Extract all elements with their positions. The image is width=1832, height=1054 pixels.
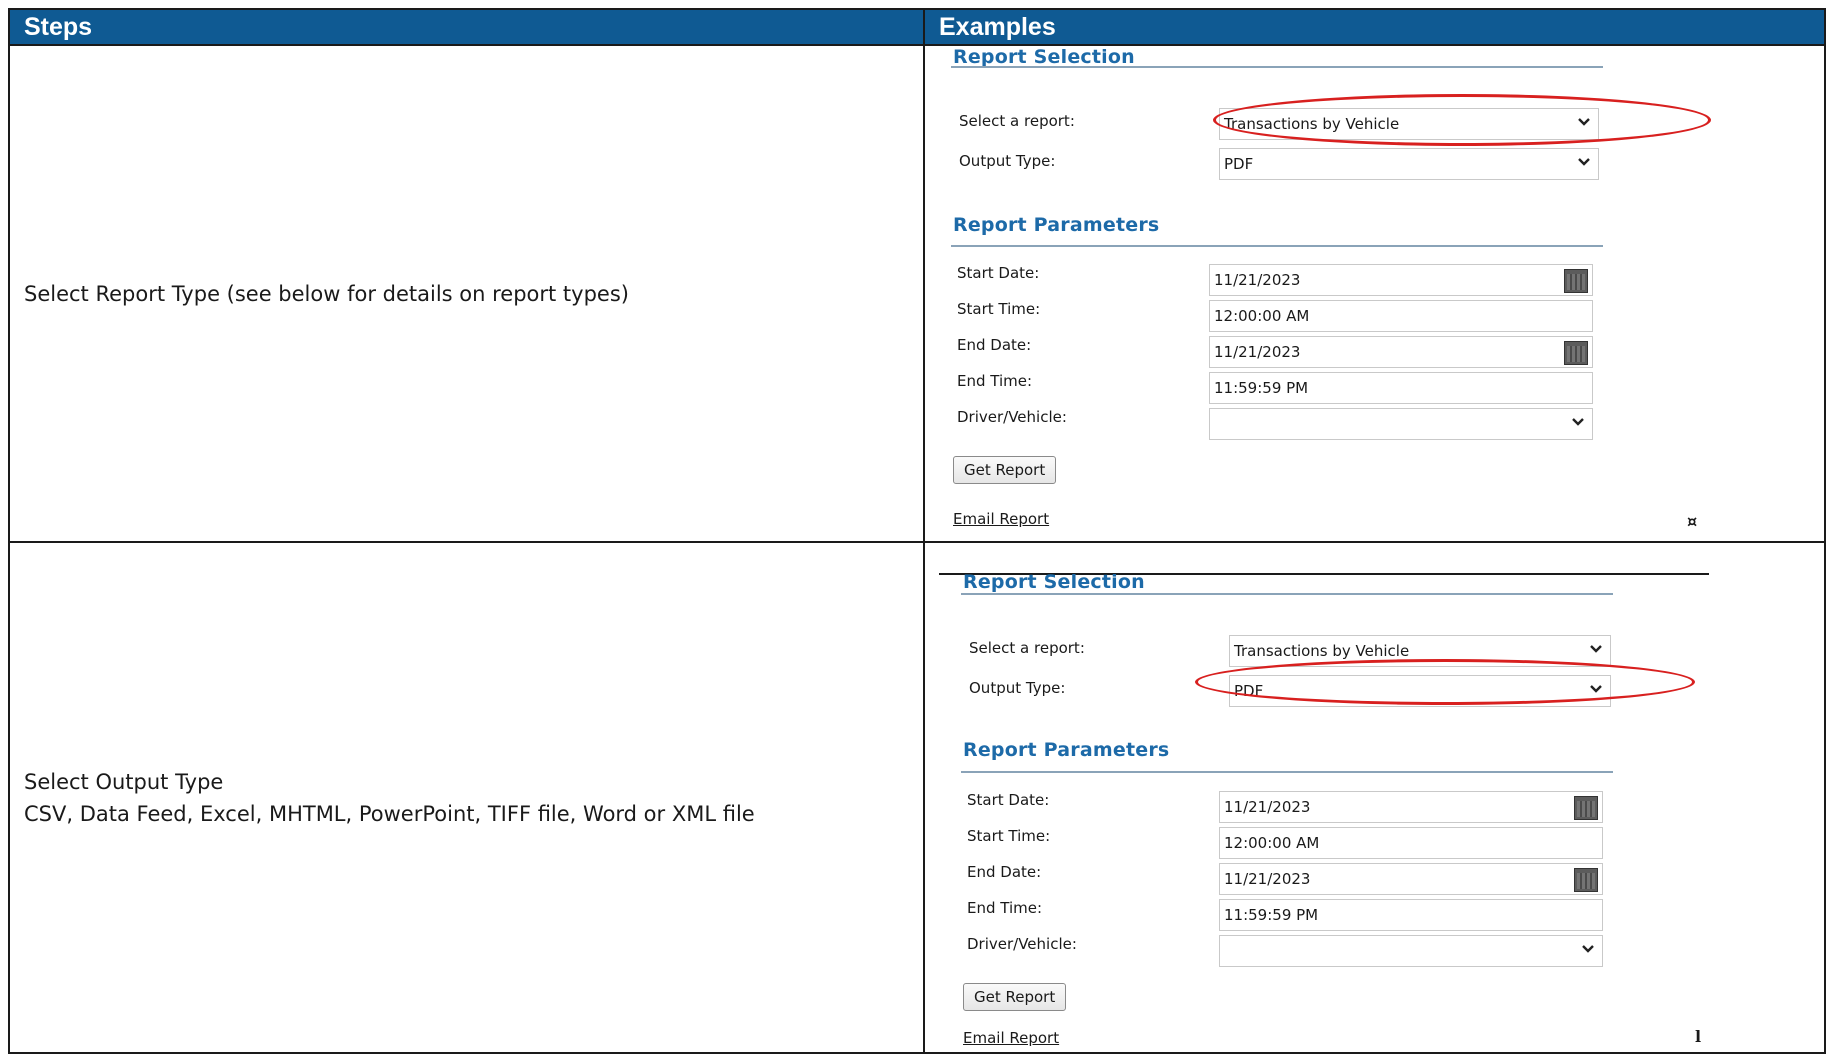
report-form: Report Selection Select a report: Transa…	[926, 544, 1823, 1049]
end-date-label: End Date:	[957, 336, 1032, 355]
get-report-button[interactable]: Get Report	[953, 456, 1057, 485]
output-type-label: Output Type:	[959, 152, 1056, 171]
email-report-link[interactable]: Email Report	[963, 1029, 1059, 1047]
step-cell: Select Output Type CSV, Data Feed, Excel…	[8, 541, 925, 1054]
report-selection-title: Report Selection	[953, 46, 1135, 69]
end-date-label: End Date:	[967, 863, 1042, 881]
chevron-down-icon	[1582, 945, 1594, 953]
end-time-value: 11:59:59 PM	[1214, 379, 1309, 398]
start-time-value: 12:00:00 AM	[1214, 307, 1310, 326]
output-type-dropdown[interactable]: PDF	[1229, 675, 1611, 707]
report-selection-title: Report Selection	[963, 571, 1145, 593]
calendar-icon[interactable]	[1564, 341, 1588, 366]
table-row: Select Report Type (see below for detail…	[8, 44, 1826, 543]
section-divider	[951, 245, 1603, 248]
report-form: Report Selection Select a report: Transa…	[926, 46, 1823, 536]
output-type-value: PDF	[1224, 155, 1254, 174]
select-report-label: Select a report:	[959, 112, 1075, 131]
output-type-label: Output Type:	[969, 679, 1066, 697]
start-date-value: 11/21/2023	[1214, 271, 1301, 290]
start-time-value: 12:00:00 AM	[1224, 834, 1320, 852]
report-parameters-title: Report Parameters	[953, 214, 1160, 237]
calendar-icon[interactable]	[1574, 796, 1598, 820]
select-report-dropdown[interactable]: Transactions by Vehicle	[1229, 635, 1611, 667]
chevron-down-icon	[1590, 685, 1602, 693]
step-text: Select Report Type (see below for detail…	[24, 281, 629, 306]
step-subtext: CSV, Data Feed, Excel, MHTML, PowerPoint…	[24, 801, 755, 826]
end-time-label: End Time:	[967, 899, 1043, 917]
example-cell: Report Selection Select a report: Transa…	[923, 541, 1826, 1054]
table-row: Select Output Type CSV, Data Feed, Excel…	[8, 541, 1826, 1054]
section-divider	[961, 771, 1613, 773]
start-date-value: 11/21/2023	[1224, 798, 1311, 816]
driver-vehicle-label: Driver/Vehicle:	[967, 935, 1077, 953]
corner-mark: ¤	[1687, 512, 1698, 532]
chevron-down-icon	[1578, 118, 1590, 126]
select-report-dropdown[interactable]: Transactions by Vehicle	[1219, 108, 1599, 141]
start-time-label: Start Time:	[967, 827, 1051, 845]
steps-examples-table: Steps Examples Select Report Type (see b…	[8, 7, 1826, 1054]
end-date-value: 11/21/2023	[1214, 343, 1301, 362]
start-date-input[interactable]: 11/21/2023	[1219, 791, 1603, 823]
calendar-icon[interactable]	[1564, 269, 1588, 294]
driver-vehicle-label: Driver/Vehicle:	[957, 408, 1067, 427]
end-time-input[interactable]: 11:59:59 PM	[1219, 899, 1603, 931]
end-date-input[interactable]: 11/21/2023	[1219, 863, 1603, 895]
start-date-label: Start Date:	[957, 264, 1040, 283]
driver-vehicle-dropdown[interactable]	[1209, 408, 1593, 441]
report-parameters-title: Report Parameters	[963, 739, 1170, 761]
output-type-dropdown[interactable]: PDF	[1219, 148, 1599, 181]
end-date-input[interactable]: 11/21/2023	[1209, 336, 1593, 369]
step-cell: Select Report Type (see below for detail…	[8, 44, 925, 543]
start-time-label: Start Time:	[957, 300, 1041, 319]
output-type-value: PDF	[1234, 682, 1264, 700]
end-time-input[interactable]: 11:59:59 PM	[1209, 372, 1593, 405]
steps-header: Steps	[8, 7, 925, 47]
end-time-label: End Time:	[957, 372, 1033, 391]
get-report-button[interactable]: Get Report	[963, 983, 1067, 1011]
step-text: Select Output Type	[24, 769, 224, 794]
driver-vehicle-dropdown[interactable]	[1219, 935, 1603, 967]
start-date-input[interactable]: 11/21/2023	[1209, 264, 1593, 297]
chevron-down-icon	[1590, 645, 1602, 653]
email-report-link[interactable]: Email Report	[953, 510, 1049, 528]
calendar-icon[interactable]	[1574, 868, 1598, 892]
start-date-label: Start Date:	[967, 791, 1050, 809]
corner-mark: l	[1695, 1027, 1702, 1046]
end-date-value: 11/21/2023	[1224, 870, 1311, 888]
table-header-row: Steps Examples	[8, 7, 1826, 47]
select-report-value: Transactions by Vehicle	[1234, 642, 1410, 660]
start-time-input[interactable]: 12:00:00 AM	[1209, 300, 1593, 333]
select-report-value: Transactions by Vehicle	[1224, 115, 1400, 134]
end-time-value: 11:59:59 PM	[1224, 906, 1319, 924]
section-divider	[961, 593, 1613, 595]
chevron-down-icon	[1578, 158, 1590, 166]
select-report-label: Select a report:	[969, 639, 1085, 657]
section-divider	[951, 66, 1603, 69]
start-time-input[interactable]: 12:00:00 AM	[1219, 827, 1603, 859]
examples-header: Examples	[923, 7, 1826, 47]
example-cell: Report Selection Select a report: Transa…	[923, 44, 1826, 543]
chevron-down-icon	[1572, 418, 1584, 426]
